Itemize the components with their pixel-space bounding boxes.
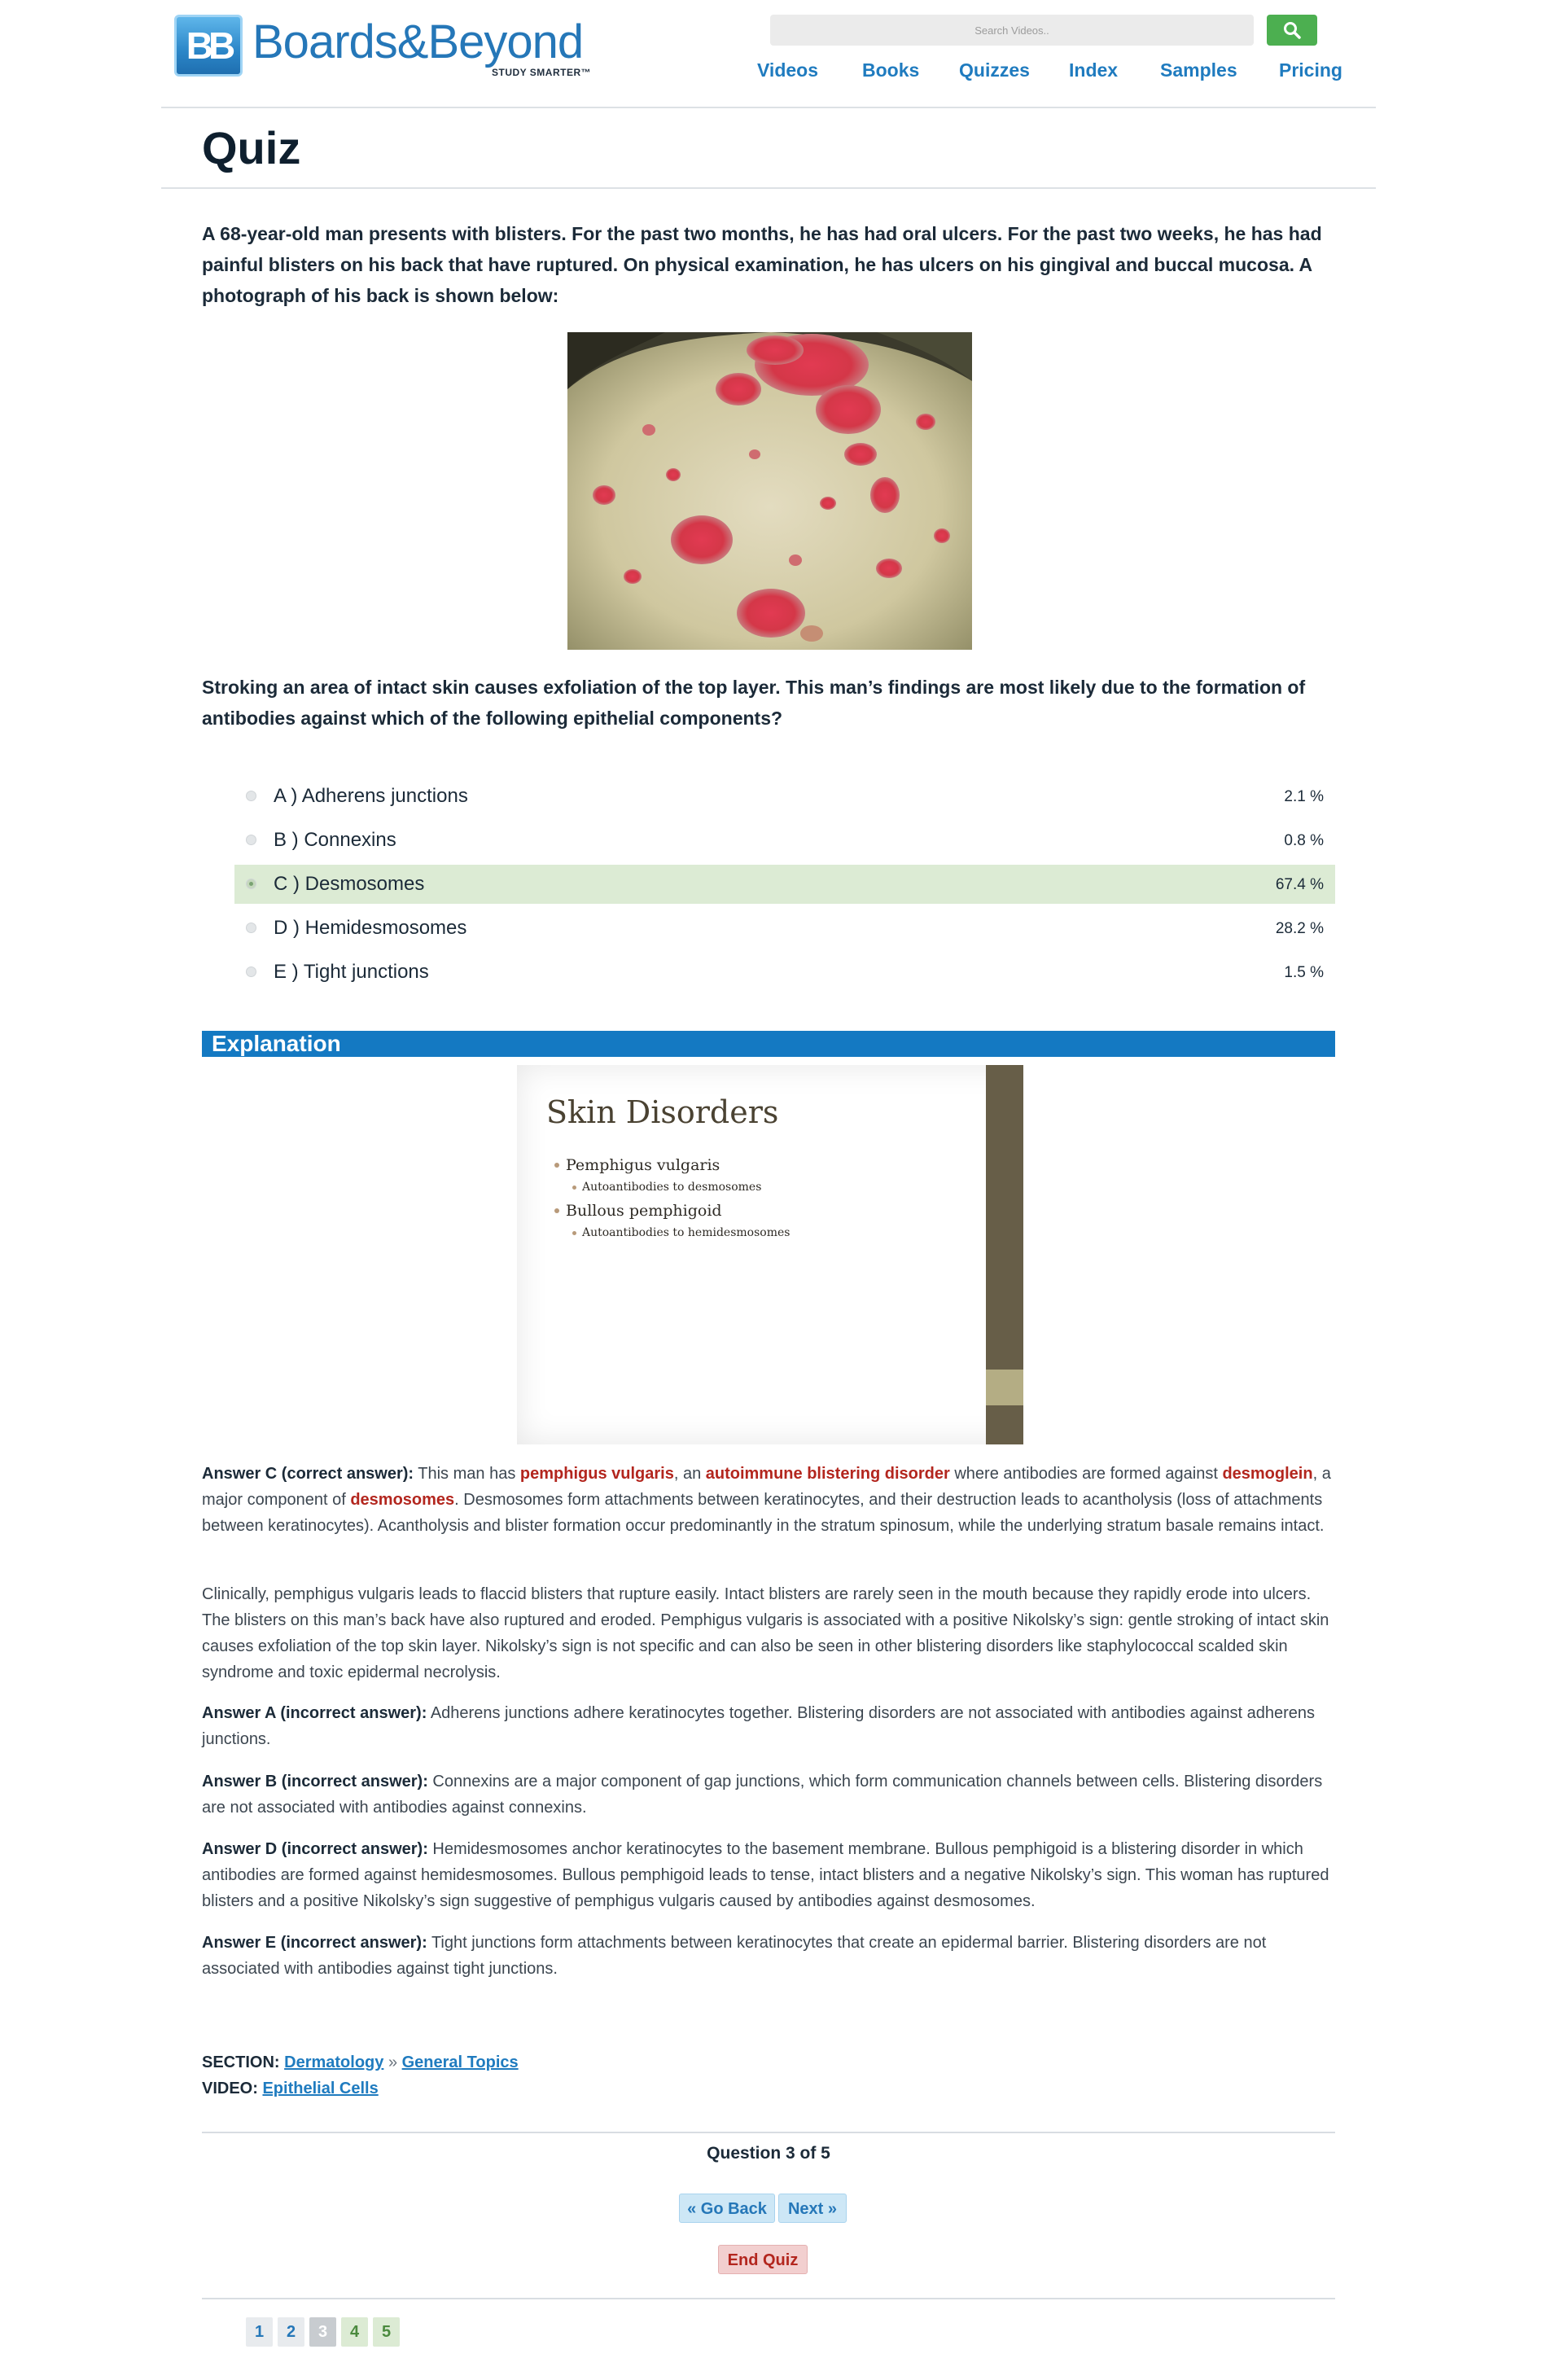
option-e[interactable]: E ) Tight junctions 1.5 % — [234, 953, 1335, 992]
answer-c-label: Answer C (correct answer): — [202, 1465, 414, 1483]
page-2-button[interactable]: 2 — [278, 2317, 304, 2347]
divider — [202, 2298, 1335, 2299]
option-c[interactable]: C ) Desmosomes 67.4 % — [234, 865, 1335, 904]
option-percentage: 2.1 % — [1284, 788, 1324, 805]
slide-subbullet: Autoantibodies to desmosomes — [572, 1181, 761, 1194]
option-percentage: 67.4 % — [1275, 876, 1324, 893]
option-label: B ) Connexins — [274, 829, 396, 851]
explanation-slide: Skin Disorders Pemphigus vulgaris Autoan… — [517, 1065, 1023, 1444]
option-label: C ) Desmosomes — [274, 873, 425, 895]
slide-title: Skin Disorders — [546, 1094, 779, 1130]
nav-books[interactable]: Books — [862, 59, 919, 81]
answer-b-explanation: Answer B (incorrect answer): Connexins a… — [202, 1773, 1323, 1817]
option-percentage: 1.5 % — [1284, 964, 1324, 981]
answer-e-label: Answer E (incorrect answer): — [202, 1934, 427, 1952]
option-percentage: 28.2 % — [1275, 920, 1324, 937]
quiz-page: BB Boards&Beyond STUDY SMARTER™ Videos B… — [0, 0, 1546, 2380]
highlight-term: desmosomes — [350, 1491, 455, 1509]
video-line: VIDEO: Epithelial Cells — [202, 2080, 379, 2097]
question-prompt: Stroking an area of intact skin causes e… — [202, 677, 1306, 729]
radio-icon — [246, 923, 256, 933]
option-label: D ) Hemidesmosomes — [274, 917, 467, 939]
answer-e-explanation: Answer E (incorrect answer): Tight junct… — [202, 1934, 1267, 1978]
answer-d-label: Answer D (incorrect answer): — [202, 1840, 428, 1858]
option-label: E ) Tight junctions — [274, 961, 429, 983]
radio-icon — [246, 835, 256, 845]
title-bar: Quiz — [161, 107, 1376, 189]
page-1-button[interactable]: 1 — [246, 2317, 273, 2347]
question-stem: A 68-year-old man presents with blisters… — [202, 223, 1322, 306]
go-back-button[interactable]: « Go Back — [679, 2194, 775, 2223]
main-nav: Videos Books Quizzes Index Samples Prici… — [161, 59, 1376, 84]
option-b[interactable]: B ) Connexins 0.8 % — [234, 821, 1335, 860]
option-d[interactable]: D ) Hemidesmosomes 28.2 % — [234, 909, 1335, 948]
slide-sidebar-accent — [986, 1370, 1023, 1405]
highlight-term: desmoglein — [1222, 1465, 1313, 1483]
section-link[interactable]: Dermatology — [284, 2053, 383, 2071]
radio-selected-icon — [246, 879, 256, 889]
answer-b-label: Answer B (incorrect answer): — [202, 1773, 428, 1790]
nav-quizzes[interactable]: Quizzes — [959, 59, 1030, 81]
answer-c-explanation: Answer C (correct answer): This man has … — [202, 1465, 1331, 1535]
answer-d-explanation: Answer D (incorrect answer): Hemidesmoso… — [202, 1840, 1329, 1910]
video-link[interactable]: Epithelial Cells — [262, 2080, 378, 2097]
divider — [202, 2132, 1335, 2133]
answer-a-label: Answer A (incorrect answer): — [202, 1704, 427, 1722]
search-input[interactable] — [770, 15, 1254, 46]
explanation-heading: Explanation — [212, 1031, 341, 1056]
search-button[interactable] — [1267, 15, 1317, 46]
answer-a-explanation: Answer A (incorrect answer): Adherens ju… — [202, 1704, 1316, 1748]
highlight-term: autoimmune blistering disorder — [705, 1465, 950, 1483]
explanation-header: Explanation — [202, 1031, 1335, 1057]
page-5-button[interactable]: 5 — [373, 2317, 400, 2347]
next-button[interactable]: Next » — [778, 2194, 847, 2223]
slide-subbullet: Autoantibodies to hemidesmosomes — [572, 1226, 790, 1239]
slide-bullet: Pemphigus vulgaris — [554, 1156, 720, 1174]
clinical-photo-image — [567, 332, 972, 650]
clinical-photo — [567, 332, 972, 650]
end-quiz-button[interactable]: End Quiz — [718, 2245, 808, 2274]
radio-icon — [246, 966, 256, 977]
page-3-button[interactable]: 3 — [309, 2317, 336, 2347]
highlight-term: pemphigus vulgaris — [519, 1465, 674, 1483]
option-a[interactable]: A ) Adherens junctions 2.1 % — [234, 777, 1335, 816]
question-counter: Question 3 of 5 — [707, 2144, 830, 2163]
radio-icon — [246, 791, 256, 801]
nav-pricing[interactable]: Pricing — [1279, 59, 1342, 81]
search-icon — [1284, 22, 1301, 39]
page-title: Quiz — [202, 122, 301, 173]
nav-videos[interactable]: Videos — [757, 59, 818, 81]
slide-bullet: Bullous pemphigoid — [554, 1202, 722, 1220]
section-line: SECTION: Dermatology » General Topics — [202, 2053, 519, 2071]
page-4-button[interactable]: 4 — [341, 2317, 368, 2347]
option-label: A ) Adherens junctions — [274, 785, 468, 807]
option-percentage: 0.8 % — [1284, 832, 1324, 849]
clinical-explanation: Clinically, pemphigus vulgaris leads to … — [202, 1585, 1329, 1681]
nav-index[interactable]: Index — [1069, 59, 1118, 81]
site-header: BB Boards&Beyond STUDY SMARTER™ Videos B… — [161, 0, 1376, 108]
subsection-link[interactable]: General Topics — [402, 2053, 519, 2071]
nav-samples[interactable]: Samples — [1160, 59, 1237, 81]
